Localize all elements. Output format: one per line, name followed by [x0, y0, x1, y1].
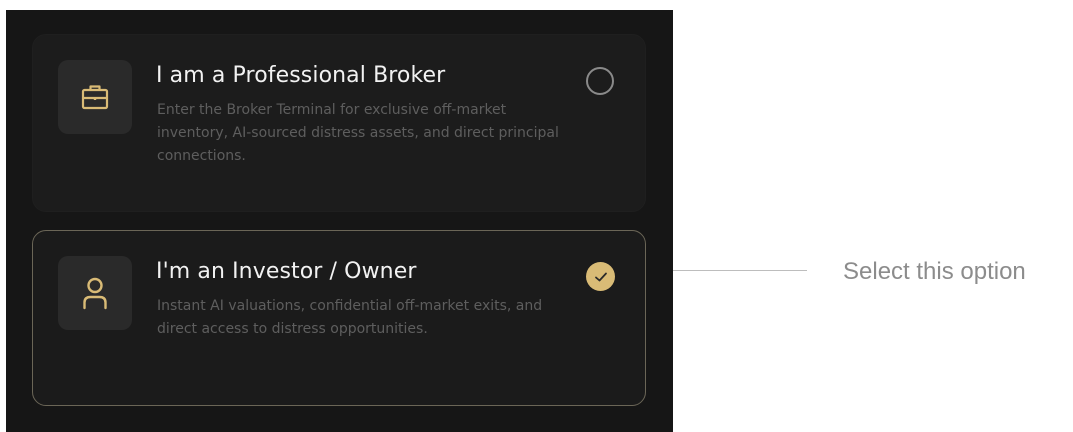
- briefcase-icon: [81, 85, 109, 110]
- checkmark-icon: [594, 272, 607, 281]
- broker-option-title: I am a Professional Broker: [156, 63, 446, 88]
- investor-option-card[interactable]: I'm an Investor / Owner Instant AI valua…: [32, 230, 646, 406]
- callout-leader-line: [673, 270, 807, 271]
- investor-selected-check[interactable]: [586, 262, 615, 291]
- broker-option-card[interactable]: I am a Professional Broker Enter the Bro…: [32, 34, 646, 212]
- role-selection-panel: I am a Professional Broker Enter the Bro…: [6, 10, 673, 432]
- user-icon: [83, 277, 107, 310]
- broker-option-description: Enter the Broker Terminal for exclusive …: [157, 102, 559, 164]
- select-option-callout: Select this option: [843, 258, 1026, 285]
- investor-option-title: I'm an Investor / Owner: [156, 259, 417, 284]
- investor-icon-container: [58, 256, 132, 330]
- investor-option-description: Instant AI valuations, confidential off-…: [157, 298, 543, 337]
- broker-radio-button[interactable]: [586, 67, 614, 95]
- broker-icon-container: [58, 60, 132, 134]
